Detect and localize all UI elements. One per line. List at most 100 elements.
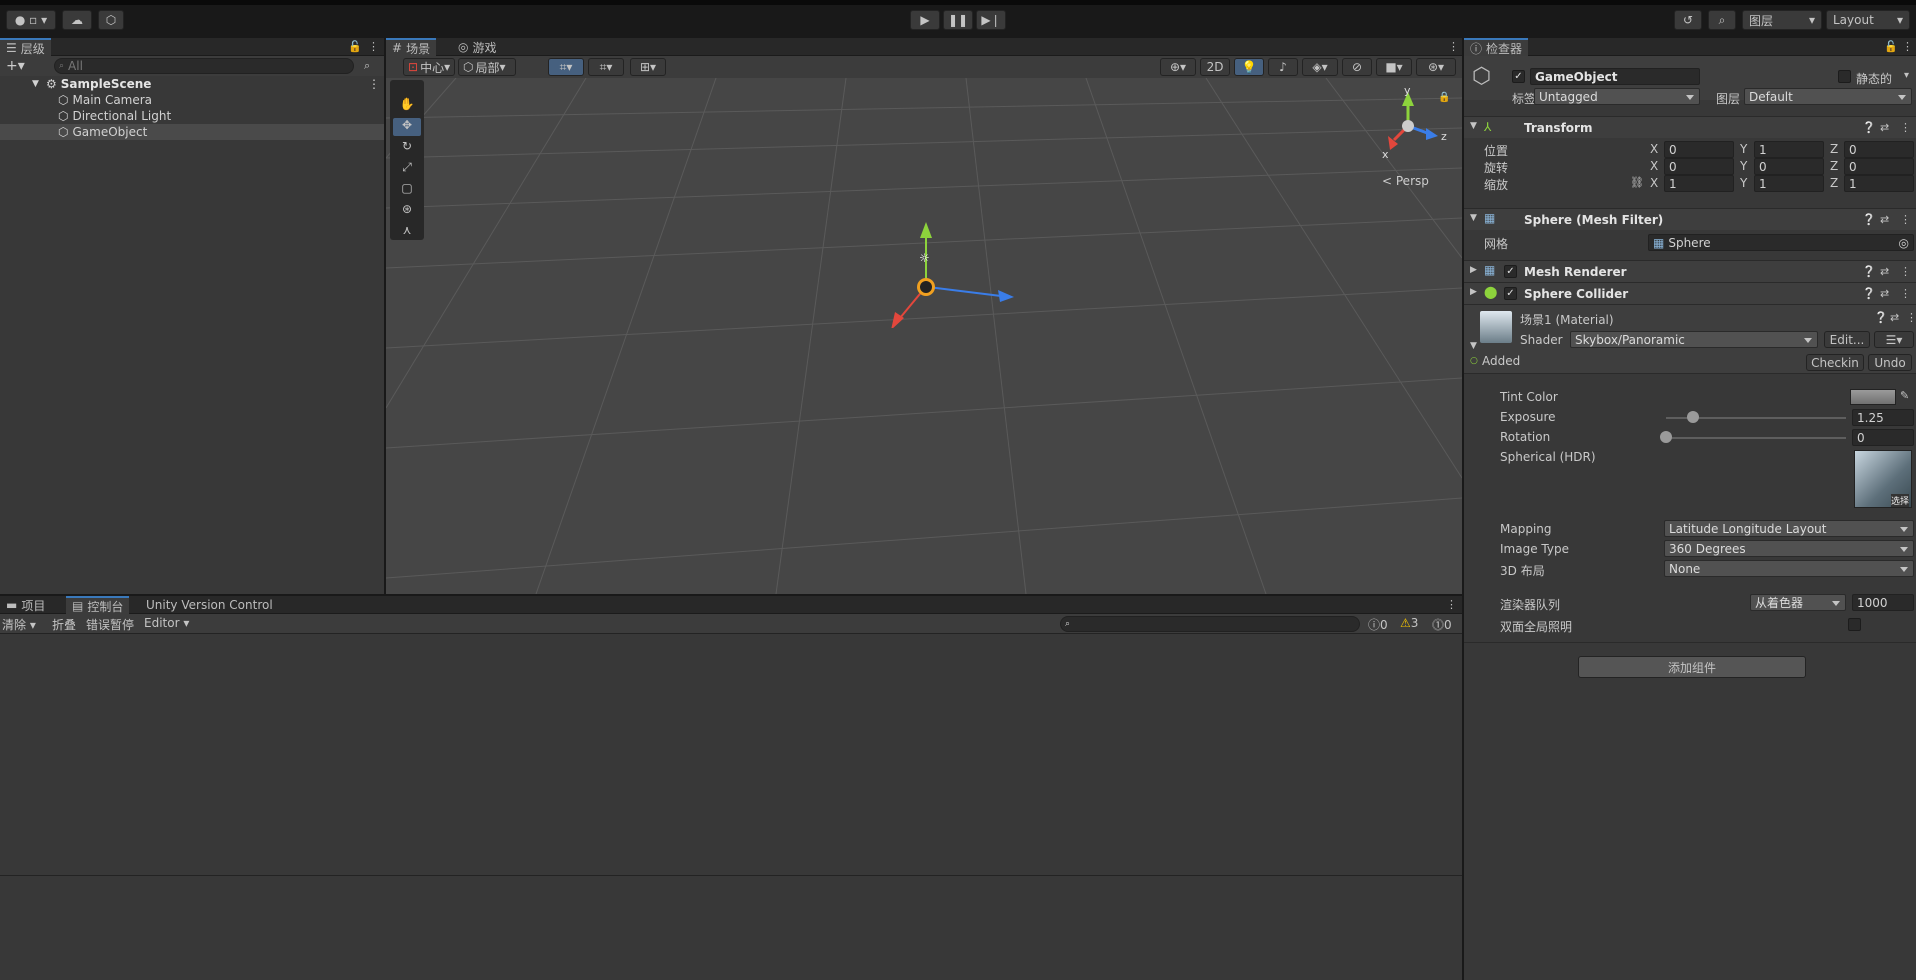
- search-button[interactable]: ⌕: [1708, 10, 1736, 30]
- position-y-input[interactable]: 1: [1754, 141, 1824, 158]
- tint-color-swatch[interactable]: [1850, 389, 1896, 405]
- undo-button[interactable]: Undo: [1868, 354, 1912, 371]
- chevron-down-icon[interactable]: ▾: [1904, 70, 1909, 81]
- layout-3d-dropdown[interactable]: None: [1664, 560, 1914, 577]
- pivot-dropdown[interactable]: ⊡ 中心 ▾: [403, 58, 455, 76]
- more-icon[interactable]: ⋮: [368, 40, 379, 53]
- shader-dropdown[interactable]: Skybox/Panoramic: [1570, 331, 1818, 348]
- scale-tool-button[interactable]: ⤢: [393, 160, 421, 178]
- hidden-objects-toggle[interactable]: ⊘: [1342, 58, 1372, 76]
- lock-icon[interactable]: 🔓: [1884, 40, 1898, 53]
- position-z-input[interactable]: 0: [1844, 141, 1914, 158]
- move-gizmo[interactable]: ☼: [876, 178, 1016, 328]
- rotation-slider-track[interactable]: [1666, 437, 1846, 439]
- gizmos-button[interactable]: ⊛▾: [1416, 58, 1456, 76]
- expand-arrow-icon[interactable]: ▼: [32, 79, 39, 89]
- mesh-filter-header[interactable]: ▼ ▦ Sphere (Mesh Filter) ❔ ⇄ ⋮: [1464, 208, 1916, 230]
- static-checkbox[interactable]: [1838, 70, 1851, 83]
- object-name-input[interactable]: GameObject: [1530, 68, 1700, 85]
- eyedropper-icon[interactable]: ✎: [1900, 389, 1909, 402]
- step-button[interactable]: ▶❘: [976, 10, 1006, 30]
- pause-button[interactable]: ❚❚: [943, 10, 973, 30]
- error-filter-toggle[interactable]: ⓵0: [1432, 616, 1452, 633]
- render-queue-input[interactable]: 1000: [1852, 594, 1914, 611]
- rect-tool-button[interactable]: ▢: [393, 181, 421, 199]
- account-button[interactable]: ● ▫ ▾: [6, 10, 56, 30]
- play-button[interactable]: ▶: [910, 10, 940, 30]
- tag-dropdown[interactable]: Untagged: [1534, 88, 1700, 105]
- more-icon[interactable]: ⋮: [1900, 213, 1911, 226]
- more-icon[interactable]: ⋮: [1448, 40, 1459, 53]
- more-icon[interactable]: ⋮: [368, 77, 380, 91]
- camera-settings-button[interactable]: ■▾: [1376, 58, 1412, 76]
- list-item-selected[interactable]: ⬡ GameObject: [0, 124, 384, 140]
- lock-icon[interactable]: 🔓: [348, 40, 362, 53]
- grid-visibility-button[interactable]: ⊞▾: [630, 58, 666, 76]
- 2d-toggle[interactable]: 2D: [1200, 58, 1230, 76]
- scale-y-input[interactable]: 1: [1754, 175, 1824, 192]
- tab-console[interactable]: ▤ 控制台: [66, 596, 130, 614]
- more-icon[interactable]: ⋮: [1902, 40, 1913, 53]
- scale-z-input[interactable]: 1: [1844, 175, 1914, 192]
- mapping-dropdown[interactable]: Latitude Longitude Layout: [1664, 520, 1914, 537]
- link-icon[interactable]: ⛓: [1630, 176, 1644, 189]
- collapse-button[interactable]: 折叠: [52, 616, 76, 633]
- exposure-slider-thumb[interactable]: [1687, 411, 1699, 423]
- console-search-input[interactable]: ⌕: [1060, 616, 1360, 632]
- scale-x-input[interactable]: 1: [1664, 175, 1734, 192]
- error-pause-button[interactable]: 错误暂停: [86, 616, 134, 633]
- snap-increment-button[interactable]: ⌗▾: [588, 58, 624, 76]
- transform-header[interactable]: ▼ ⅄ Transform ❔ ⇄ ⋮: [1464, 116, 1916, 138]
- double-sided-gi-checkbox[interactable]: [1848, 618, 1861, 631]
- rotation-x-input[interactable]: 0: [1664, 158, 1734, 175]
- more-icon[interactable]: ⋮: [1900, 265, 1911, 278]
- expand-arrow-icon[interactable]: ▼: [1470, 341, 1477, 351]
- more-icon[interactable]: ⋮: [1906, 311, 1916, 324]
- scene-row[interactable]: ▼ ⚙ SampleScene ⋮: [0, 76, 384, 92]
- lock-icon[interactable]: 🔒: [1438, 92, 1450, 103]
- select-texture-button[interactable]: 选择: [1890, 494, 1909, 507]
- history-button[interactable]: ↺: [1674, 10, 1702, 30]
- mesh-renderer-header[interactable]: ▶ ▦ ✓ Mesh Renderer ❔ ⇄ ⋮: [1464, 260, 1916, 282]
- add-component-button[interactable]: 添加组件: [1578, 656, 1806, 678]
- preset-icon[interactable]: ⇄: [1880, 121, 1889, 134]
- help-icon[interactable]: ❔: [1862, 265, 1876, 278]
- grid-snap-button[interactable]: ⌗▾: [548, 58, 584, 76]
- more-icon[interactable]: ⋮: [1900, 287, 1911, 300]
- sphere-collider-header[interactable]: ▶ ⬤ ✓ Sphere Collider ❔ ⇄ ⋮: [1464, 282, 1916, 304]
- lighting-toggle[interactable]: 💡: [1234, 58, 1264, 76]
- rotation-z-input[interactable]: 0: [1844, 158, 1914, 175]
- clear-button[interactable]: 清除 ▾: [2, 616, 36, 633]
- active-checkbox[interactable]: ✓: [1512, 70, 1525, 83]
- rotate-tool-button[interactable]: ↻: [393, 139, 421, 157]
- shader-edit-button[interactable]: Edit...: [1824, 331, 1870, 348]
- package-button[interactable]: ⬡: [98, 10, 124, 30]
- list-item[interactable]: ⬡ Directional Light: [0, 108, 384, 124]
- persp-toggle[interactable]: < Persp: [1382, 174, 1429, 188]
- tab-hierarchy[interactable]: ☰ 层级: [0, 38, 51, 56]
- image-type-dropdown[interactable]: 360 Degrees: [1664, 540, 1914, 557]
- rotation-slider-thumb[interactable]: [1660, 431, 1672, 443]
- move-tool-button[interactable]: ✥: [393, 118, 421, 136]
- tab-unity-version-control[interactable]: Unity Version Control: [140, 596, 279, 614]
- more-icon[interactable]: ⋮: [1900, 121, 1911, 134]
- mesh-renderer-checkbox[interactable]: ✓: [1504, 265, 1517, 278]
- preset-icon[interactable]: ⇄: [1880, 287, 1889, 300]
- mesh-object-field[interactable]: ▦ Sphere ◎: [1648, 234, 1914, 251]
- shader-options-button[interactable]: ☰▾: [1874, 331, 1914, 348]
- target-icon[interactable]: ◎: [1899, 236, 1909, 250]
- spherical-texture-slot[interactable]: 选择: [1854, 450, 1912, 508]
- scene-viewport[interactable]: ✋ ✥ ↻ ⤢ ▢ ⊛ ⋏ ☼ y z x 🔒 < Persp: [386, 78, 1462, 594]
- draw-mode-button[interactable]: ⊕▾: [1160, 58, 1196, 76]
- rotation-input[interactable]: 0: [1852, 429, 1914, 446]
- tab-inspector[interactable]: ⓘ 检查器: [1464, 38, 1529, 56]
- help-icon[interactable]: ❔: [1874, 311, 1888, 324]
- custom-tool-button[interactable]: ⋏: [393, 223, 421, 241]
- tab-game[interactable]: ◎ 游戏: [452, 38, 503, 56]
- position-x-input[interactable]: 0: [1664, 141, 1734, 158]
- cloud-button[interactable]: ☁: [62, 10, 92, 30]
- tab-project[interactable]: ▬ 项目: [0, 596, 51, 614]
- tab-scene[interactable]: # 场景: [386, 38, 437, 56]
- help-icon[interactable]: ❔: [1862, 121, 1876, 134]
- preset-icon[interactable]: ⇄: [1890, 311, 1899, 324]
